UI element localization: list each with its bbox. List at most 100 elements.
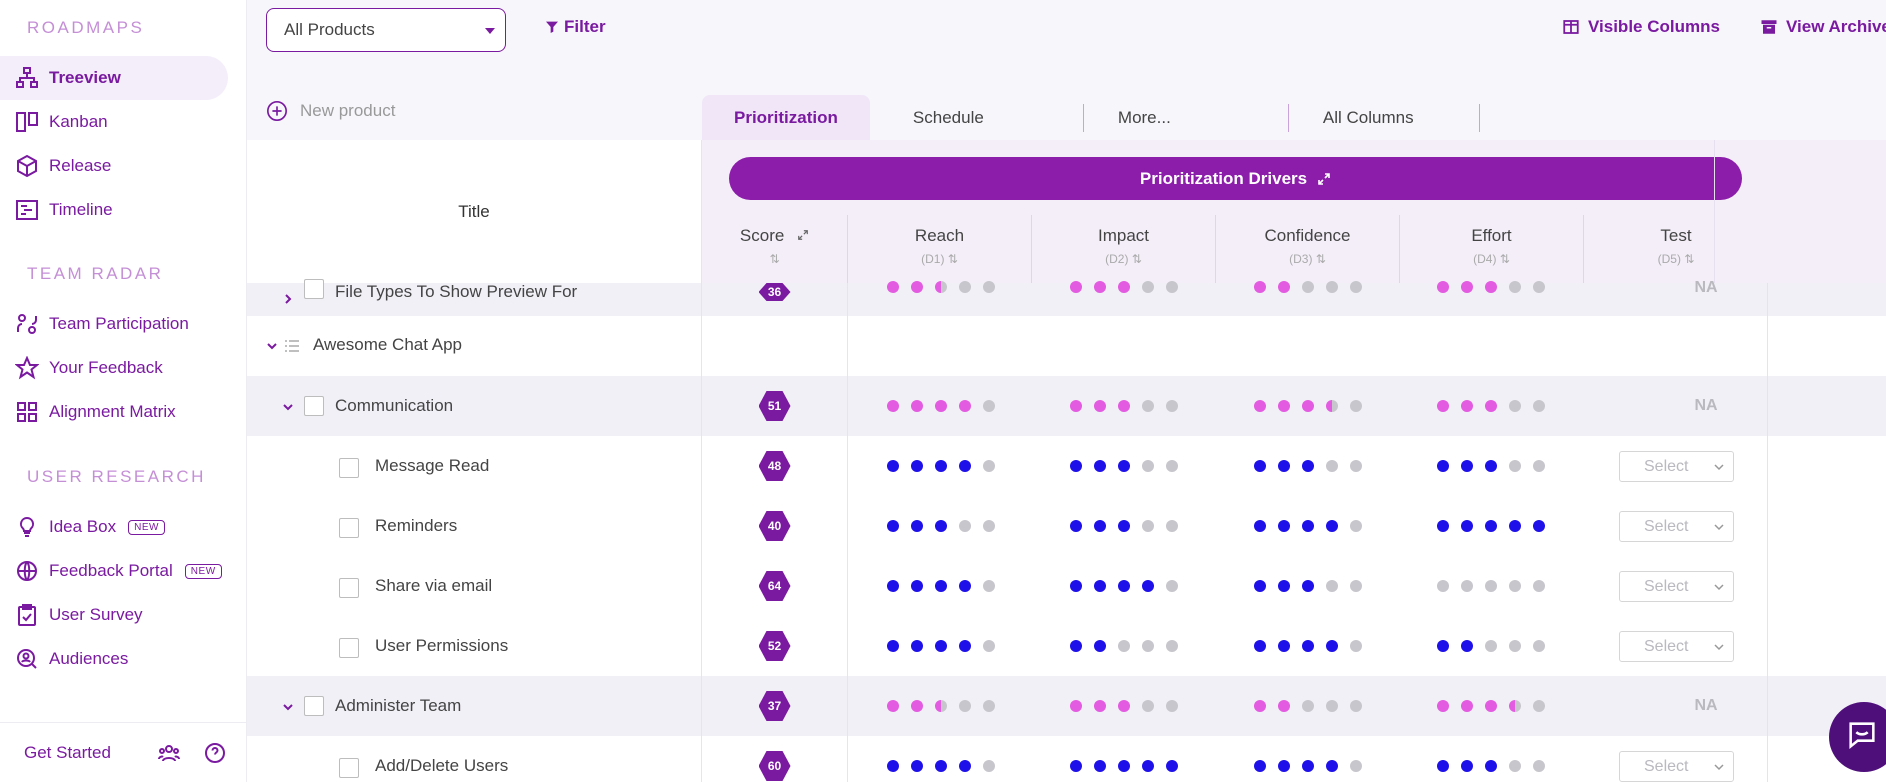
column-header-score[interactable]: Score ⇅ [702, 215, 848, 283]
chevron-down-icon[interactable] [281, 700, 295, 714]
confidence-dots[interactable] [1254, 376, 1374, 436]
confidence-dots[interactable] [1254, 676, 1374, 736]
help-icon[interactable] [203, 741, 227, 765]
test-select[interactable]: Select [1619, 751, 1734, 782]
test-select[interactable]: Select [1619, 451, 1734, 482]
tab-schedule[interactable]: Schedule [870, 95, 1083, 140]
test-select[interactable]: Select [1619, 571, 1734, 602]
confidence-dots[interactable] [1254, 616, 1374, 676]
confidence-dots[interactable] [1254, 736, 1374, 782]
table-row[interactable]: Reminders 40 Select [247, 496, 1886, 556]
expand-icon[interactable] [797, 229, 809, 241]
table-row[interactable]: User Permissions 52 Select [247, 616, 1886, 676]
confidence-dots[interactable] [1254, 436, 1374, 496]
get-started-link[interactable]: Get Started [24, 743, 111, 763]
impact-dots[interactable] [1070, 281, 1190, 293]
prioritization-drivers-bar[interactable]: Prioritization Drivers [729, 157, 1742, 200]
row-checkbox[interactable] [304, 396, 324, 416]
sidebar: ROADMAPS Treeview Kanban Release Timelin… [0, 0, 247, 782]
sidebar-item-team-participation[interactable]: Team Participation [0, 302, 228, 346]
reach-dots[interactable] [887, 281, 1007, 293]
column-header-reach[interactable]: Reach (D1) ⇅ [848, 215, 1032, 283]
tab-all-columns[interactable]: All Columns [1289, 95, 1479, 140]
sidebar-item-your-feedback[interactable]: Your Feedback [0, 346, 228, 390]
reach-dots[interactable] [887, 376, 1007, 436]
clipboard-icon [14, 602, 40, 628]
confidence-dots[interactable] [1254, 496, 1374, 556]
row-checkbox[interactable] [339, 758, 359, 778]
column-header-effort[interactable]: Effort (D4) ⇅ [1400, 215, 1584, 283]
reach-dots[interactable] [887, 436, 1007, 496]
impact-dots[interactable] [1070, 616, 1190, 676]
sidebar-item-label: Idea Box [49, 517, 117, 536]
chevron-down-icon [1714, 764, 1724, 771]
sidebar-item-audiences[interactable]: Audiences [0, 637, 228, 681]
chevron-down-icon[interactable] [265, 339, 279, 353]
tab-prioritization[interactable]: Prioritization [702, 95, 870, 140]
row-checkbox[interactable] [304, 279, 324, 299]
impact-dots[interactable] [1070, 676, 1190, 736]
row-checkbox[interactable] [304, 696, 324, 716]
score-cell: 60 [702, 736, 848, 782]
globe-icon [14, 558, 40, 584]
test-select[interactable]: Select [1619, 631, 1734, 662]
effort-dots[interactable] [1437, 281, 1557, 293]
sidebar-item-feedback-portal[interactable]: Feedback Portal NEW [0, 549, 228, 593]
team-icon[interactable] [157, 741, 181, 765]
effort-dots[interactable] [1437, 736, 1557, 782]
row-checkbox[interactable] [339, 458, 359, 478]
impact-dots[interactable] [1070, 376, 1190, 436]
confidence-dots[interactable] [1254, 556, 1374, 616]
add-circle-icon [267, 101, 287, 121]
new-product-button[interactable]: New product [266, 100, 395, 122]
sort-icon[interactable]: ⇅ [702, 252, 847, 266]
row-checkbox[interactable] [339, 518, 359, 538]
reach-dots[interactable] [887, 496, 1007, 556]
product-select[interactable]: All Products [266, 8, 506, 52]
reach-dots[interactable] [887, 556, 1007, 616]
tab-more[interactable]: More... [1084, 95, 1288, 140]
sidebar-item-user-survey[interactable]: User Survey [0, 593, 228, 637]
table-row[interactable]: File Types To Show Preview For 36 NA [247, 279, 1886, 316]
impact-dots[interactable] [1070, 736, 1190, 782]
sidebar-item-release[interactable]: Release [0, 144, 228, 188]
impact-dots[interactable] [1070, 556, 1190, 616]
impact-dots[interactable] [1070, 496, 1190, 556]
effort-dots[interactable] [1437, 436, 1557, 496]
table-row[interactable]: Communication 51 NA [247, 376, 1886, 436]
table-row[interactable]: Message Read 48 Select [247, 436, 1886, 496]
column-header-test[interactable]: Test (D5) ⇅ [1584, 215, 1768, 283]
grid-right-border [1767, 616, 1768, 676]
test-select[interactable]: Select [1619, 511, 1734, 542]
sidebar-item-alignment-matrix[interactable]: Alignment Matrix [0, 390, 228, 434]
column-header-impact[interactable]: Impact (D2) ⇅ [1032, 215, 1216, 283]
effort-dots[interactable] [1437, 556, 1557, 616]
chevron-right-icon[interactable] [281, 292, 295, 306]
title-cell: Communication [247, 376, 702, 436]
row-checkbox[interactable] [339, 638, 359, 658]
impact-dots[interactable] [1070, 436, 1190, 496]
reach-dots[interactable] [887, 616, 1007, 676]
sidebar-item-idea-box[interactable]: Idea Box NEW [0, 505, 228, 549]
list-icon [285, 340, 299, 352]
effort-dots[interactable] [1437, 676, 1557, 736]
effort-dots[interactable] [1437, 496, 1557, 556]
confidence-dots[interactable] [1254, 281, 1374, 293]
sidebar-item-kanban[interactable]: Kanban [0, 100, 228, 144]
filter-button[interactable]: Filter [544, 17, 606, 37]
table-row[interactable]: Administer Team 37 NA [247, 676, 1886, 736]
effort-dots[interactable] [1437, 616, 1557, 676]
view-archive-button[interactable]: View Archive [1760, 17, 1886, 37]
chevron-down-icon[interactable] [281, 400, 295, 414]
reach-dots[interactable] [887, 736, 1007, 782]
table-row[interactable]: Add/Delete Users 60 Select [247, 736, 1886, 782]
sidebar-item-treeview[interactable]: Treeview [0, 56, 228, 100]
table-row[interactable]: Share via email 64 Select [247, 556, 1886, 616]
table-row[interactable]: Awesome Chat App [247, 316, 1886, 376]
visible-columns-button[interactable]: Visible Columns [1562, 17, 1720, 37]
column-header-confidence[interactable]: Confidence (D3) ⇅ [1216, 215, 1400, 283]
sidebar-item-timeline[interactable]: Timeline [0, 188, 228, 232]
row-checkbox[interactable] [339, 578, 359, 598]
effort-dots[interactable] [1437, 376, 1557, 436]
reach-dots[interactable] [887, 676, 1007, 736]
